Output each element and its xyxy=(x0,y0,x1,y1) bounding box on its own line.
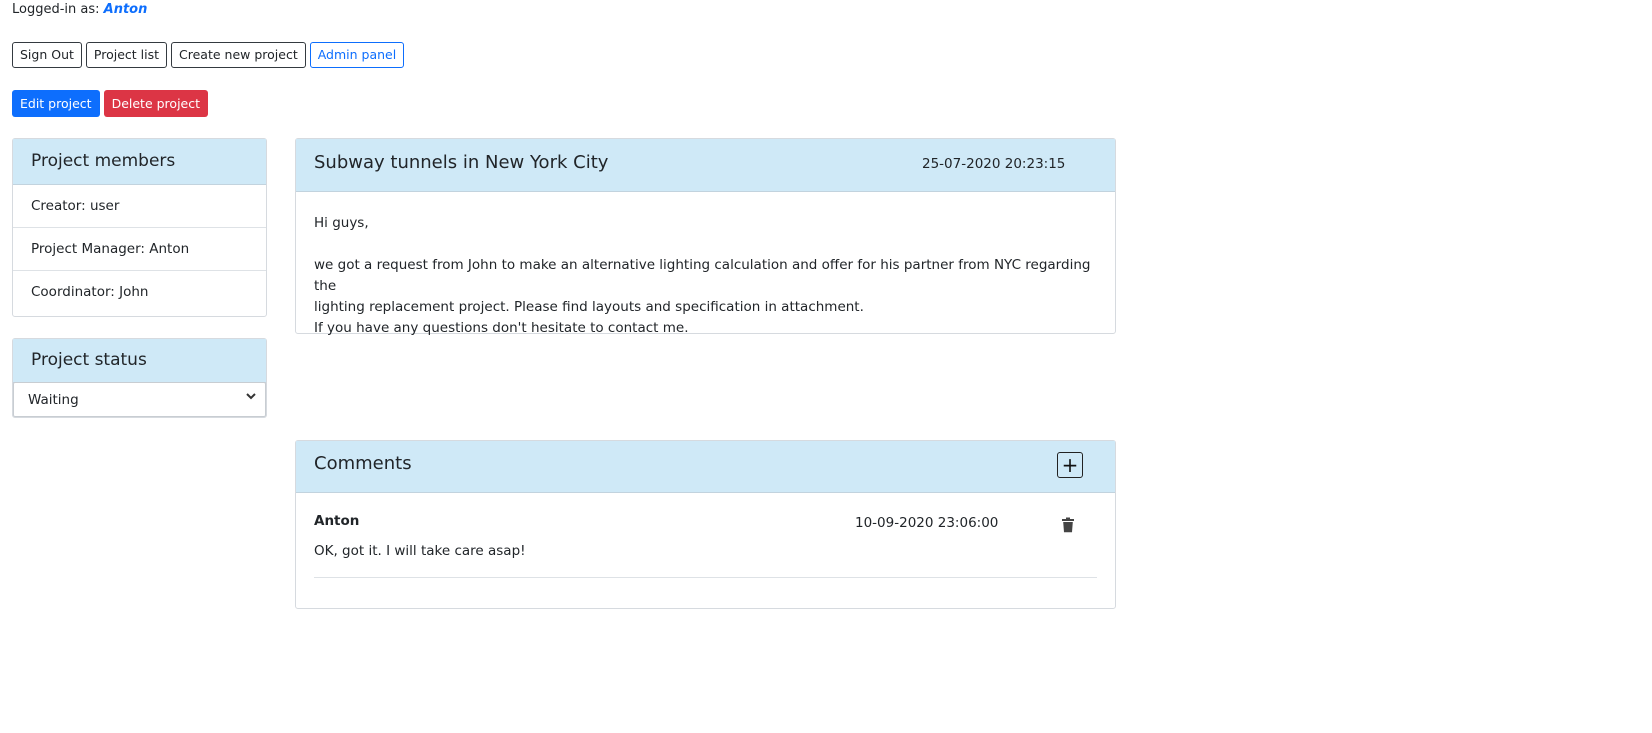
add-comment-button[interactable]: + xyxy=(1057,452,1083,478)
comment-item: Anton 10-09-2020 23:06:00 OK, got it. I … xyxy=(314,493,1097,578)
chevron-down-icon xyxy=(245,390,257,405)
project-text-line: we got a request from John to make an al… xyxy=(314,257,1091,294)
admin-panel-button[interactable]: Admin panel xyxy=(309,42,405,68)
trash-icon[interactable] xyxy=(1061,517,1075,533)
project-members-card: Project members Creator: user Project Ma… xyxy=(12,138,267,317)
project-list-button[interactable]: Project list xyxy=(85,42,168,68)
comment-text: OK, got it. I will take care asap! xyxy=(314,543,526,559)
page: Logged-in as: Anton Sign Out Project lis… xyxy=(0,0,1652,733)
create-project-button[interactable]: Create new project xyxy=(171,42,306,68)
project-text-line: lighting replacement project. Please fin… xyxy=(314,299,864,315)
comment-author: Anton xyxy=(314,513,360,529)
sign-out-button[interactable]: Sign Out xyxy=(12,42,82,68)
project-description: Hi guys, we got a request from John to m… xyxy=(296,192,1115,339)
comments-title: Comments xyxy=(314,453,412,474)
project-text-line: If you have any questions don't hesitate… xyxy=(314,320,689,336)
edit-project-button[interactable]: Edit project xyxy=(12,90,100,117)
project-status-title: Project status xyxy=(13,339,266,383)
project-status-value: Waiting xyxy=(28,392,79,408)
project-status-card: Project status Waiting xyxy=(12,338,267,418)
delete-project-button[interactable]: Delete project xyxy=(103,90,209,117)
project-greeting: Hi guys, xyxy=(314,215,369,231)
nav-buttons: Sign Out Project list Create new project… xyxy=(12,42,405,68)
logged-in-info: Logged-in as: Anton xyxy=(12,2,147,18)
comments-header: Comments + xyxy=(296,441,1115,493)
project-actions: Edit project Delete project xyxy=(12,90,209,117)
logged-in-username: Anton xyxy=(103,2,148,17)
project-card: Subway tunnels in New York City 25-07-20… xyxy=(295,138,1116,336)
project-title: Subway tunnels in New York City xyxy=(314,152,609,173)
member-coordinator: Coordinator: John xyxy=(31,284,149,300)
member-project-manager: Project Manager: Anton xyxy=(13,228,266,271)
project-card-header: Subway tunnels in New York City 25-07-20… xyxy=(296,139,1115,192)
comment-date: 10-09-2020 23:06:00 xyxy=(855,515,999,531)
logged-in-label: Logged-in as: xyxy=(12,2,100,17)
comments-card: Comments + Anton 10-09-2020 23:06:00 OK,… xyxy=(295,440,1116,609)
plus-icon: + xyxy=(1061,453,1079,477)
project-members-title: Project members xyxy=(13,139,266,185)
member-creator: Creator: user xyxy=(13,185,266,228)
project-date: 25-07-2020 20:23:15 xyxy=(922,156,1066,172)
project-status-select[interactable]: Waiting xyxy=(13,382,266,417)
